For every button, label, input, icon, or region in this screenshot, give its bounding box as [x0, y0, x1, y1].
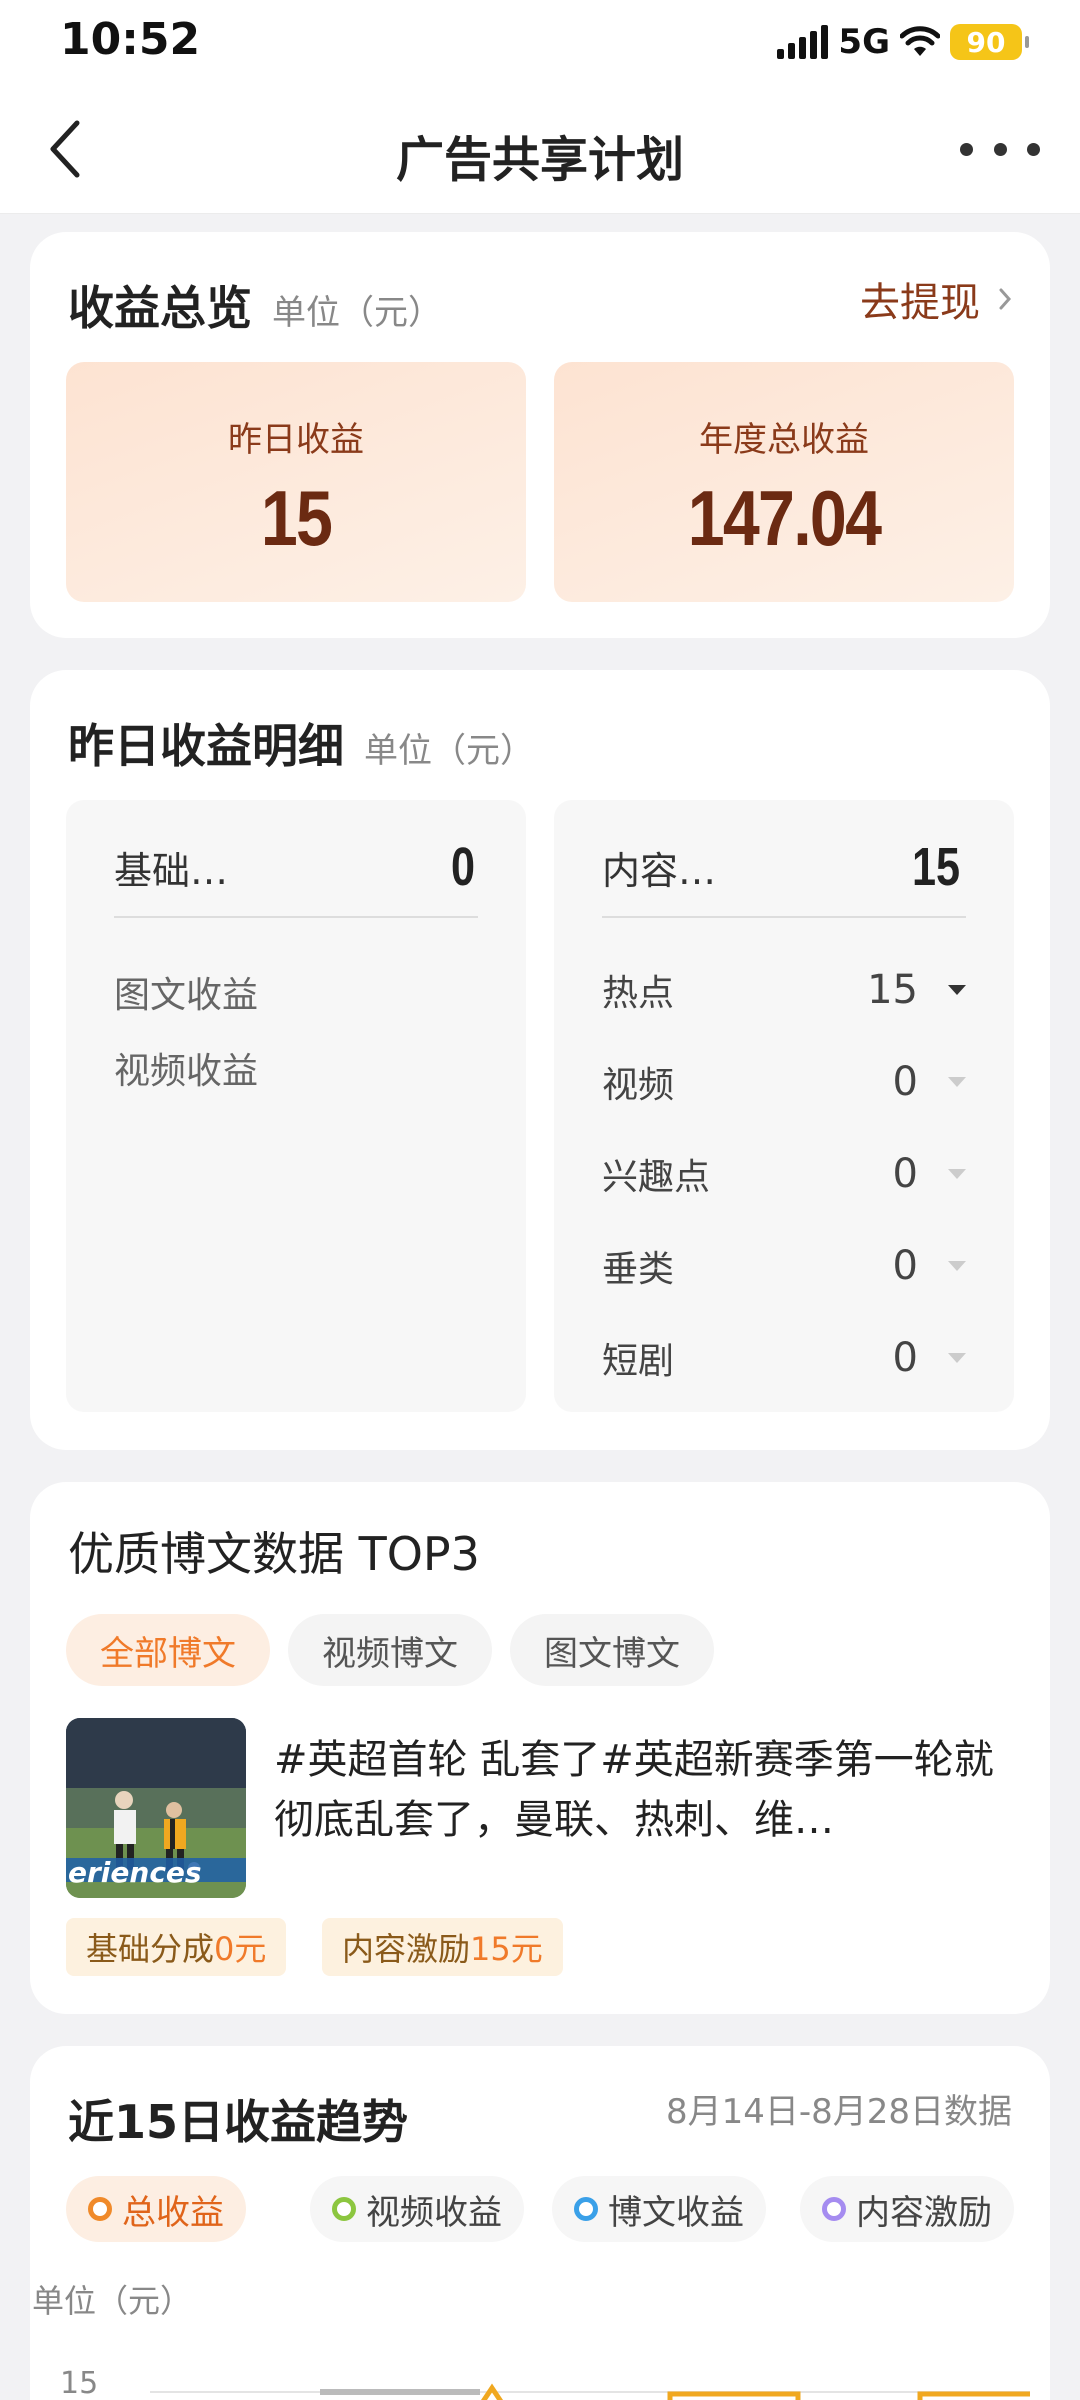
- content-earnings-header[interactable]: 内容… 15: [602, 837, 966, 918]
- content-earnings-panel: 内容… 15 热点 15 视频 0 兴趣点 0 垂类 0 短剧 0: [554, 800, 1014, 1412]
- basic-earnings-label: 基础…: [114, 848, 229, 893]
- legend-video[interactable]: 视频收益: [310, 2176, 524, 2242]
- legend-total[interactable]: 总收益: [66, 2176, 246, 2242]
- legend-content[interactable]: 内容激励: [800, 2176, 1014, 2242]
- annual-earnings-label: 年度总收益: [699, 420, 869, 460]
- thumbnail-caption: eriences: [68, 1856, 202, 1889]
- content-row-short-drama[interactable]: 短剧 0: [602, 1328, 966, 1388]
- yesterday-earnings-value: 15: [260, 474, 333, 562]
- legend-total-dot-icon: [88, 2197, 112, 2221]
- content-earnings-value: 15: [911, 837, 960, 897]
- annual-earnings-value: 147.04: [687, 474, 882, 562]
- status-time: 10:52: [60, 14, 201, 65]
- trend-card: 近15日收益趋势 8月14日-8月28日数据 总收益 视频收益 博文收益 内容激…: [30, 2046, 1050, 2400]
- overview-unit: 单位（元）: [272, 293, 442, 333]
- content-row-hot[interactable]: 热点 15: [602, 960, 966, 1020]
- detail-card: 昨日收益明细 单位（元） 基础… 0 图文收益 视频收益 内容… 15 热点 15…: [30, 670, 1050, 1450]
- more-button[interactable]: [960, 124, 1040, 174]
- post-text[interactable]: #英超首轮 乱套了#英超新赛季第一轮就彻底乱套了，曼联、热刺、维…: [274, 1730, 1014, 1850]
- legend-content-dot-icon: [822, 2197, 846, 2221]
- basic-earnings-value: 0: [450, 837, 475, 897]
- tab-all-posts[interactable]: 全部博文: [66, 1614, 270, 1686]
- detail-title: 昨日收益明细 单位（元）: [68, 719, 534, 773]
- yesterday-earnings-label: 昨日收益: [228, 420, 364, 460]
- tab-video-posts[interactable]: 视频博文: [288, 1614, 492, 1686]
- tab-image-text-posts[interactable]: 图文博文: [510, 1614, 714, 1686]
- signal-icon: [777, 25, 829, 59]
- content-row-video[interactable]: 视频 0: [602, 1052, 966, 1112]
- nav-bar: 广告共享计划: [0, 84, 1080, 214]
- more-icon: [960, 142, 973, 156]
- dropdown-icon: [948, 1353, 966, 1363]
- content-earnings-label: 内容…: [602, 848, 717, 893]
- dropdown-icon: [948, 1077, 966, 1087]
- tag-basic-share: 基础分成 0元: [66, 1918, 287, 1976]
- top3-title: 优质博文数据 TOP3: [68, 1527, 480, 1581]
- annual-earnings-box: 年度总收益 147.04: [554, 362, 1014, 602]
- top3-card: 优质博文数据 TOP3 全部博文 视频博文 图文博文 eriences #英超首…: [30, 1482, 1050, 2014]
- basic-item-image-text: 图文收益: [114, 975, 259, 1016]
- post-thumbnail[interactable]: eriences: [66, 1718, 246, 1898]
- tag-content-incentive: 内容激励 15元: [322, 1918, 563, 1976]
- dropdown-icon: [948, 1261, 966, 1271]
- content-row-interest[interactable]: 兴趣点 0: [602, 1144, 966, 1204]
- y-axis-unit: 单位（元）: [32, 2282, 193, 2320]
- status-bar: 10:52 5G 90: [0, 0, 1080, 84]
- trend-range: 8月14日-8月28日数据: [665, 2092, 1012, 2132]
- trend-chart-preview: [150, 2383, 1030, 2400]
- network-label: 5G: [838, 22, 890, 62]
- legend-post[interactable]: 博文收益: [552, 2176, 766, 2242]
- basic-earnings-header[interactable]: 基础… 0: [114, 837, 478, 918]
- withdraw-button[interactable]: 去提现: [860, 270, 1012, 328]
- status-icons: 5G 90: [777, 18, 1029, 66]
- detail-unit: 单位（元）: [364, 731, 534, 771]
- overview-card: 收益总览 单位（元） 去提现 昨日收益 15 年度总收益 147.04: [30, 232, 1050, 638]
- dropdown-icon: [948, 985, 966, 995]
- content-row-vertical[interactable]: 垂类 0: [602, 1236, 966, 1296]
- basic-earnings-panel: 基础… 0 图文收益 视频收益: [66, 800, 526, 1412]
- yesterday-earnings-box: 昨日收益 15: [66, 362, 526, 602]
- overview-title: 收益总览 单位（元）: [68, 281, 442, 335]
- legend-post-dot-icon: [574, 2197, 598, 2221]
- chevron-right-icon: [999, 288, 1012, 310]
- page-title: 广告共享计划: [395, 132, 684, 188]
- battery-icon: 90: [950, 24, 1029, 60]
- wifi-icon: [900, 26, 940, 56]
- basic-item-video: 视频收益: [114, 1051, 259, 1092]
- trend-title: 近15日收益趋势: [68, 2095, 409, 2149]
- legend-video-dot-icon: [332, 2197, 356, 2221]
- y-axis-tick: 15: [60, 2366, 99, 2400]
- dropdown-icon: [948, 1169, 966, 1179]
